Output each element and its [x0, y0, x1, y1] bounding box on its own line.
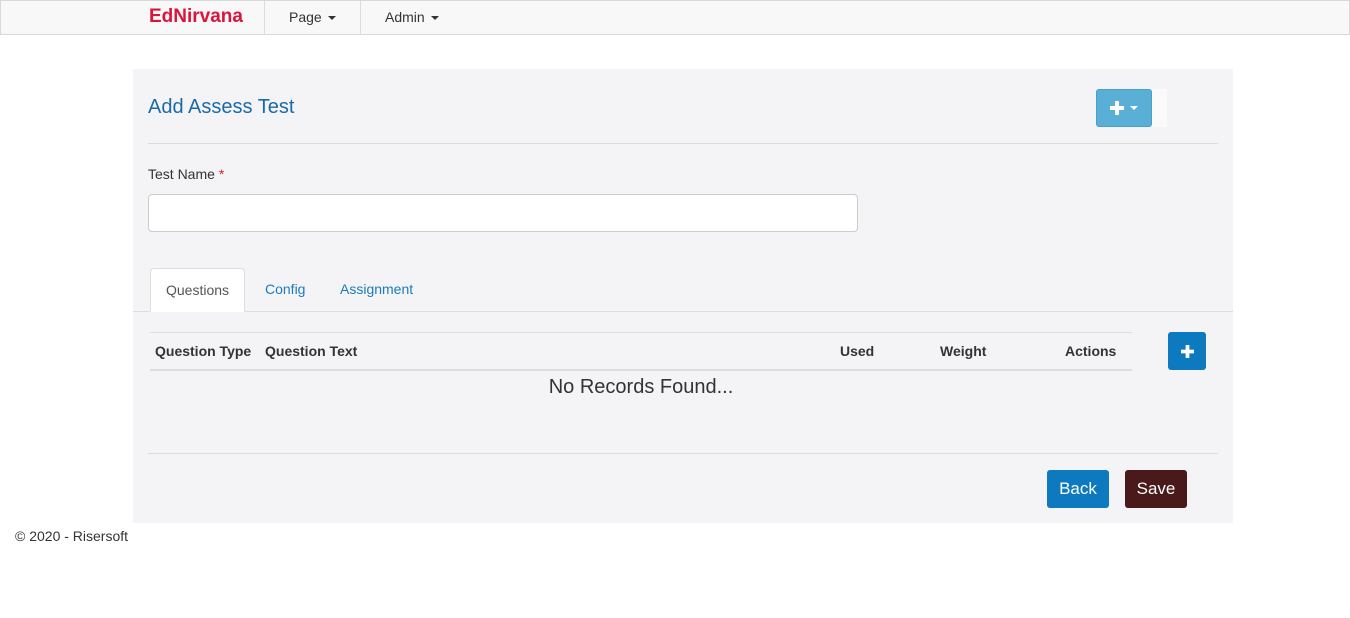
divider [148, 453, 1218, 454]
brand-logo[interactable]: EdNirvana [149, 6, 243, 28]
assess-test-panel: Add Assess Test Test Name * Questions Con… [133, 69, 1233, 523]
tab-config[interactable]: Config [250, 268, 320, 312]
caret-down-icon [1130, 106, 1138, 110]
add-question-button[interactable] [1168, 332, 1206, 370]
plus-icon [1110, 101, 1124, 115]
nav-divider [264, 1, 265, 35]
tab-questions[interactable]: Questions [150, 268, 246, 312]
nav-menu-admin[interactable]: Admin [385, 9, 439, 25]
column-header-actions[interactable]: Actions [1065, 343, 1116, 359]
column-header-used[interactable]: Used [840, 343, 874, 359]
test-name-label-text: Test Name [148, 166, 215, 182]
footer-copyright: © 2020 - Risersoft [15, 528, 129, 544]
add-dropdown-button[interactable] [1096, 89, 1152, 127]
column-header-question-type[interactable]: Question Type [155, 343, 251, 359]
empty-table-message: No Records Found... [548, 376, 734, 398]
table-top-border [150, 332, 1132, 333]
nav-menu-page[interactable]: Page [289, 9, 336, 25]
nav-divider [360, 1, 361, 35]
divider [148, 143, 1218, 144]
column-header-question-text[interactable]: Question Text [265, 343, 357, 359]
test-name-input[interactable] [148, 194, 858, 232]
required-marker: * [218, 166, 225, 182]
plus-icon [1180, 344, 1194, 358]
caret-down-icon [327, 16, 336, 21]
top-navbar: EdNirvana Page Admin [0, 0, 1350, 35]
nav-menu-admin-label: Admin [385, 9, 425, 25]
column-header-weight[interactable]: Weight [940, 343, 986, 359]
caret-down-icon [430, 16, 439, 21]
dropdown-edge [1152, 89, 1167, 127]
nav-menu-page-label: Page [289, 9, 322, 25]
save-button[interactable]: Save [1125, 470, 1187, 508]
tab-assignment[interactable]: Assignment [325, 268, 428, 312]
page-title: Add Assess Test [148, 96, 295, 118]
table-header-border [150, 369, 1132, 371]
back-button[interactable]: Back [1047, 470, 1109, 508]
test-name-label: Test Name * [148, 166, 224, 182]
